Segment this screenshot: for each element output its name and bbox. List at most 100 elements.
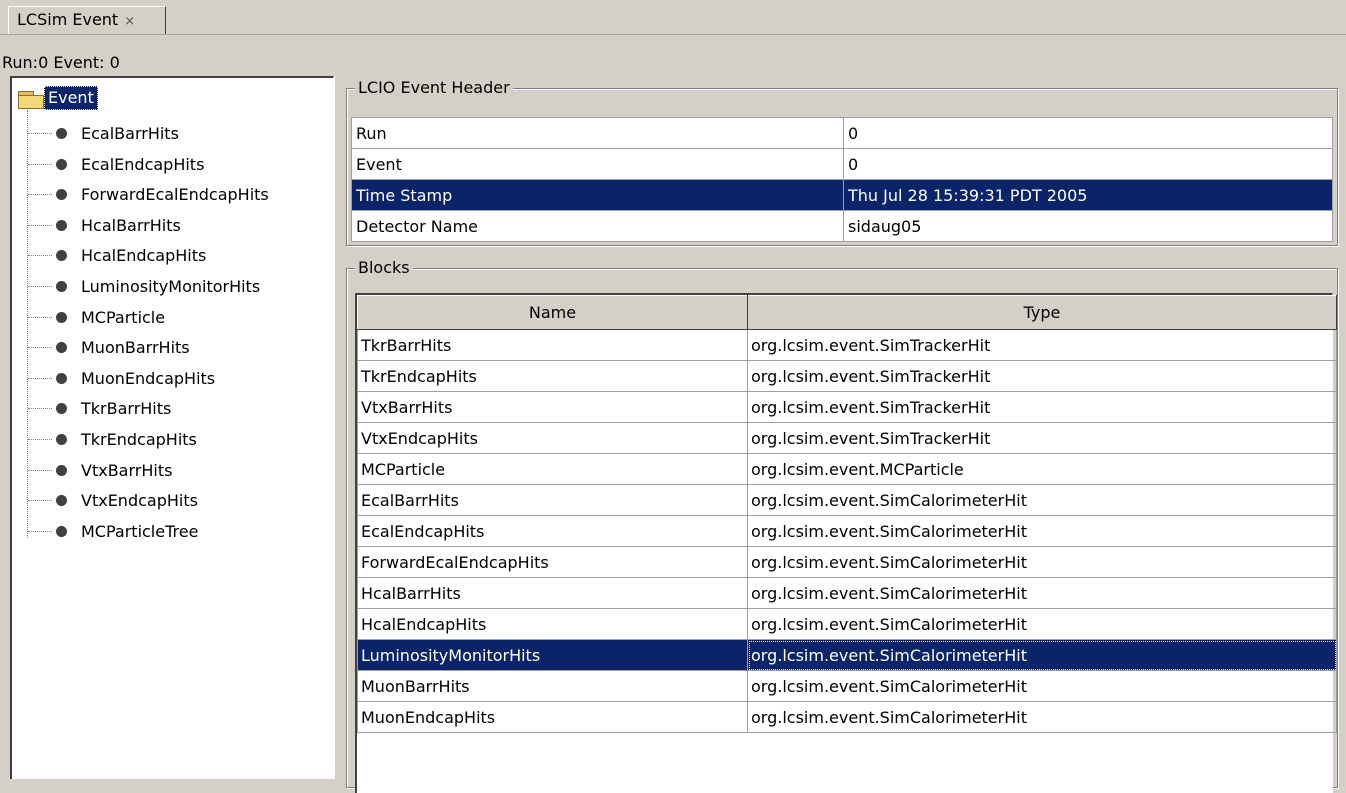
tree-connector — [28, 408, 52, 410]
table-row[interactable]: ForwardEcalEndcapHits org.lcsim.event.Sim… — [357, 546, 1337, 578]
block-name: ForwardEcalEndcapHits — [357, 546, 748, 578]
block-type: org.lcsim.event.SimCalorimeterHit — [747, 484, 1337, 516]
header-value: sidaug05 — [843, 210, 1333, 242]
tree-connector — [28, 255, 52, 257]
table-row[interactable]: TkrEndcapHits org.lcsim.event.SimTrackerH… — [357, 360, 1337, 392]
tree-connector — [28, 500, 52, 502]
block-type: org.lcsim.event.SimCalorimeterHit — [747, 701, 1337, 733]
block-name: HcalBarrHits — [357, 577, 748, 609]
tree-item-label: TkrEndcapHits — [81, 430, 197, 449]
event-header-table: Run 0 Event 0 Time Stamp Thu Jul 28 15:39:31 … — [351, 117, 1333, 242]
tree-item[interactable]: VtxBarrHits — [28, 455, 328, 486]
table-row[interactable]: VtxBarrHits org.lcsim.event.SimTrackerHit — [357, 391, 1337, 423]
run-event-status: Run:0 Event: 0 — [2, 53, 120, 72]
tree-connector — [28, 530, 52, 532]
tree-item-label: TkrBarrHits — [81, 399, 172, 419]
header-row[interactable]: Detector Name sidaug05 — [351, 210, 1333, 242]
collection-node-icon — [56, 403, 67, 415]
block-name: EcalEndcapHits — [357, 515, 748, 547]
tree-item[interactable]: TkrEndcapHits — [28, 424, 328, 455]
tree-connector — [28, 469, 52, 471]
block-type: org.lcsim.event.SimTrackerHit — [747, 360, 1337, 392]
tree-item-label: EcalEndcapHits — [81, 154, 205, 174]
header-value: Thu Jul 28 15:39:31 PDT 2005 — [843, 179, 1333, 211]
blocks-title: Blocks — [355, 257, 413, 279]
block-type: org.lcsim.event.SimCalorimeterHit — [747, 515, 1337, 547]
collection-node-icon — [56, 250, 67, 262]
tab-strip: LCSim Event × — [0, 0, 1346, 35]
event-header-group: LCIO Event Header Run 0 Event 0 Time Stamp Th… — [346, 77, 1338, 246]
header-value: 0 — [843, 148, 1333, 180]
block-type: org.lcsim.event.SimCalorimeterHit — [747, 670, 1337, 702]
block-name: TkrEndcapHits — [357, 360, 748, 392]
tree-item[interactable]: ForwardEcalEndcapHits — [28, 179, 328, 210]
block-name: MCParticle — [357, 453, 748, 485]
tree-connector — [28, 316, 52, 318]
tree-item-label: VtxBarrHits — [81, 460, 173, 480]
tree-connector — [28, 377, 52, 379]
collection-node-icon — [56, 342, 67, 354]
tree-item-label: EcalBarrHits — [81, 124, 179, 143]
tree-connector — [28, 224, 52, 226]
tree-item-label: MuonBarrHits — [81, 338, 190, 358]
table-row[interactable]: MCParticle org.lcsim.event.MCParticle — [357, 453, 1337, 485]
collection-node-icon — [56, 372, 67, 384]
tree-item[interactable]: MCParticleTree — [28, 516, 328, 547]
blocks-table-scroll[interactable]: Name Type TkrBarrHits org.lcsim.event.SimT… — [355, 293, 1337, 793]
collection-node-icon — [56, 189, 67, 201]
tree-connector — [28, 347, 52, 349]
block-type: org.lcsim.event.SimTrackerHit — [747, 391, 1337, 423]
block-type: org.lcsim.event.SimCalorimeterHit — [747, 546, 1337, 578]
table-row[interactable]: EcalEndcapHits org.lcsim.event.SimCalorim… — [357, 515, 1337, 547]
table-row[interactable]: TkrBarrHits org.lcsim.event.SimTrackerHit — [357, 329, 1337, 361]
tree-connector — [28, 133, 52, 134]
tab-lcsim-event[interactable]: LCSim Event × — [8, 6, 166, 34]
table-row[interactable]: MuonEndcapHits org.lcsim.event.SimCalorim… — [357, 701, 1337, 733]
tree-item[interactable]: HcalBarrHits — [28, 210, 328, 241]
block-type: org.lcsim.event.SimTrackerHit — [747, 329, 1337, 361]
block-name: VtxEndcapHits — [357, 422, 748, 454]
tree-item[interactable]: MCParticle — [28, 302, 328, 333]
table-row[interactable]: HcalBarrHits org.lcsim.event.SimCalorimet… — [357, 577, 1337, 609]
table-row[interactable]: LuminosityMonitorHits org.lcsim.event.Sim… — [357, 639, 1337, 671]
block-name: MuonBarrHits — [357, 670, 748, 702]
collection-node-icon — [56, 158, 67, 170]
block-type: org.lcsim.event.SimCalorimeterHit — [747, 577, 1337, 609]
header-row[interactable]: Event 0 — [351, 148, 1333, 180]
tree-item[interactable]: MuonEndcapHits — [28, 363, 328, 394]
column-header-name[interactable]: Name — [357, 295, 748, 330]
table-row[interactable]: MuonBarrHits org.lcsim.event.SimCalorimet… — [357, 670, 1337, 702]
tree-item-label: MCParticleTree — [81, 521, 199, 541]
collection-node-icon — [56, 128, 67, 139]
tree-item[interactable]: EcalBarrHits — [28, 118, 328, 149]
block-name: EcalBarrHits — [357, 484, 748, 516]
close-icon[interactable]: × — [124, 14, 135, 29]
tree-item[interactable]: VtxEndcapHits — [28, 485, 328, 516]
collection-node-icon — [56, 311, 67, 323]
tree-root-event[interactable]: Event — [16, 86, 98, 110]
event-header-title: LCIO Event Header — [355, 77, 513, 99]
event-tree: Event EcalBarrHits EcalEndcapHits ForwardE… — [10, 76, 334, 779]
header-row[interactable]: Time Stamp Thu Jul 28 15:39:31 PDT 2005 — [351, 179, 1333, 211]
tree-item[interactable]: EcalEndcapHits — [28, 149, 328, 180]
tree-item[interactable]: LuminosityMonitorHits — [28, 271, 328, 302]
tree-item[interactable]: HcalEndcapHits — [28, 240, 328, 271]
block-type: org.lcsim.event.SimCalorimeterHit — [747, 608, 1337, 640]
tree-item[interactable]: MuonBarrHits — [28, 332, 328, 363]
block-name: HcalEndcapHits — [357, 608, 748, 640]
tab-title: LCSim Event — [17, 10, 119, 29]
collection-node-icon — [56, 219, 67, 231]
table-row[interactable]: HcalEndcapHits org.lcsim.event.SimCalorim… — [357, 608, 1337, 640]
tree-item-label: MCParticle — [81, 307, 166, 327]
column-header-type[interactable]: Type — [747, 295, 1337, 330]
block-name: LuminosityMonitorHits — [357, 639, 748, 671]
block-type: org.lcsim.event.SimTrackerHit — [747, 422, 1337, 454]
header-row[interactable]: Run 0 — [351, 117, 1333, 149]
block-name: VtxBarrHits — [357, 391, 748, 423]
block-name: TkrBarrHits — [357, 329, 748, 361]
table-row[interactable]: VtxEndcapHits org.lcsim.event.SimTrackerH… — [357, 422, 1337, 454]
table-row[interactable]: EcalBarrHits org.lcsim.event.SimCalorimet… — [357, 484, 1337, 516]
tree-item[interactable]: TkrBarrHits — [28, 393, 328, 424]
split-divider[interactable] — [334, 76, 345, 779]
header-key: Run — [351, 117, 844, 149]
